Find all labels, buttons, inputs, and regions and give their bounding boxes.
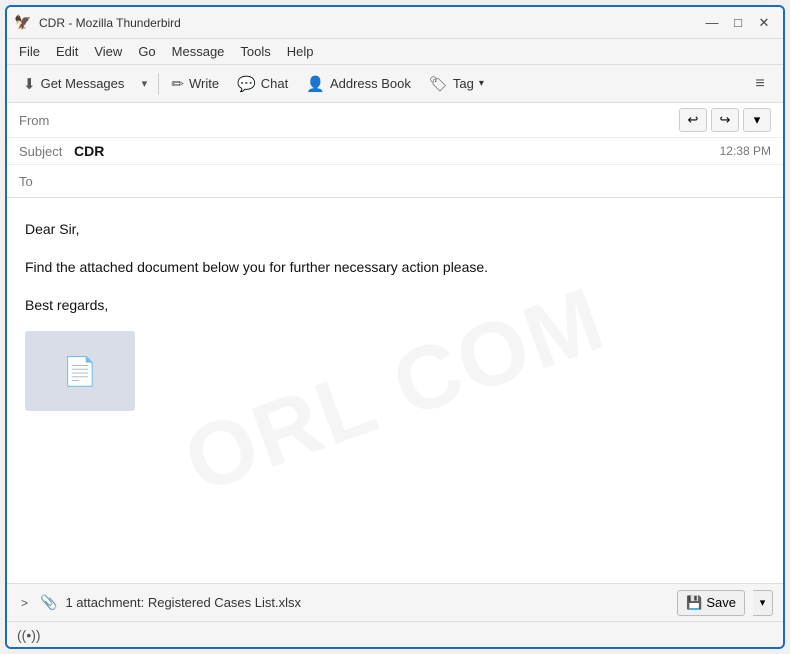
save-button[interactable]: 💾 Save <box>677 590 745 616</box>
connection-icon: ((•)) <box>17 627 41 643</box>
save-dropdown-button[interactable]: ▾ <box>753 590 773 616</box>
attachment-expand-button[interactable]: > <box>17 593 32 613</box>
window-title: CDR - Mozilla Thunderbird <box>39 16 701 30</box>
to-row: To <box>7 165 783 197</box>
tag-dropdown-icon: ▾ <box>479 78 484 89</box>
status-bar: ((•)) <box>7 621 783 647</box>
maximize-button[interactable]: □ <box>727 12 749 34</box>
subject-value: CDR <box>74 143 720 159</box>
forward-button[interactable]: ↪ <box>711 108 739 132</box>
body-salutation: Dear Sir, <box>25 218 765 242</box>
email-time: 12:38 PM <box>720 144 771 158</box>
menu-message[interactable]: Message <box>164 41 233 62</box>
header-actions: ↩ ↪ ▾ <box>679 108 771 132</box>
save-label: Save <box>706 595 736 610</box>
address-book-icon: 👤 <box>306 75 325 93</box>
tag-label: Tag <box>453 76 474 91</box>
subject-row: Subject CDR 12:38 PM <box>7 138 783 165</box>
get-messages-button[interactable]: ⬇ Get Messages <box>15 69 132 99</box>
close-button[interactable]: ✕ <box>753 12 775 34</box>
menu-view[interactable]: View <box>86 41 130 62</box>
from-row: From ↩ ↪ ▾ <box>7 103 783 138</box>
menu-go[interactable]: Go <box>130 41 163 62</box>
window-controls: — □ ✕ <box>701 12 775 34</box>
body-closing: Best regards, <box>25 294 765 318</box>
get-messages-icon: ⬇ <box>23 75 36 93</box>
minimize-button[interactable]: — <box>701 12 723 34</box>
more-actions-button[interactable]: ▾ <box>743 108 771 132</box>
save-icon: 💾 <box>686 595 702 611</box>
tag-button[interactable]: 🏷 Tag ▾ <box>421 69 492 99</box>
get-messages-label: Get Messages <box>41 76 125 91</box>
toolbar-divider-1 <box>158 73 159 95</box>
write-button[interactable]: ✏ Write <box>163 69 227 99</box>
menu-help[interactable]: Help <box>279 41 322 62</box>
app-icon: 🦅 <box>15 15 31 31</box>
write-icon: ✏ <box>171 75 184 93</box>
tag-icon: 🏷 <box>429 75 448 93</box>
attachment-thumbnail-icon: 📄 <box>63 355 98 388</box>
email-body: ORL COM Dear Sir, Find the attached docu… <box>7 198 783 583</box>
attachment-bar: > 📎 1 attachment: Registered Cases List.… <box>7 583 783 621</box>
hamburger-menu-button[interactable]: ≡ <box>745 69 775 99</box>
attachment-thumbnail: 📄 <box>25 331 135 411</box>
body-main: Find the attached document below you for… <box>25 256 765 280</box>
chat-button[interactable]: 💬 Chat <box>229 69 296 99</box>
menu-bar: File Edit View Go Message Tools Help <box>7 39 783 65</box>
menu-edit[interactable]: Edit <box>48 41 86 62</box>
attachment-clip-icon: 📎 <box>40 594 57 611</box>
to-label: To <box>19 174 74 189</box>
chat-label: Chat <box>261 76 288 91</box>
address-book-label: Address Book <box>330 76 411 91</box>
write-label: Write <box>189 76 219 91</box>
reply-button[interactable]: ↩ <box>679 108 707 132</box>
subject-label: Subject <box>19 144 74 159</box>
from-label: From <box>19 113 74 128</box>
address-book-button[interactable]: 👤 Address Book <box>298 69 419 99</box>
email-body-text: Dear Sir, Find the attached document bel… <box>25 218 765 317</box>
email-header: From ↩ ↪ ▾ Subject CDR 12:38 PM To <box>7 103 783 198</box>
attachment-label: 1 attachment: Registered Cases List.xlsx <box>65 595 669 610</box>
main-window: 🦅 CDR - Mozilla Thunderbird — □ ✕ File E… <box>5 5 785 649</box>
menu-tools[interactable]: Tools <box>232 41 278 62</box>
title-bar: 🦅 CDR - Mozilla Thunderbird — □ ✕ <box>7 7 783 39</box>
chat-icon: 💬 <box>237 75 256 93</box>
menu-file[interactable]: File <box>11 41 48 62</box>
get-messages-dropdown[interactable]: ▾ <box>134 69 154 99</box>
toolbar: ⬇ Get Messages ▾ ✏ Write 💬 Chat 👤 Addres… <box>7 65 783 103</box>
